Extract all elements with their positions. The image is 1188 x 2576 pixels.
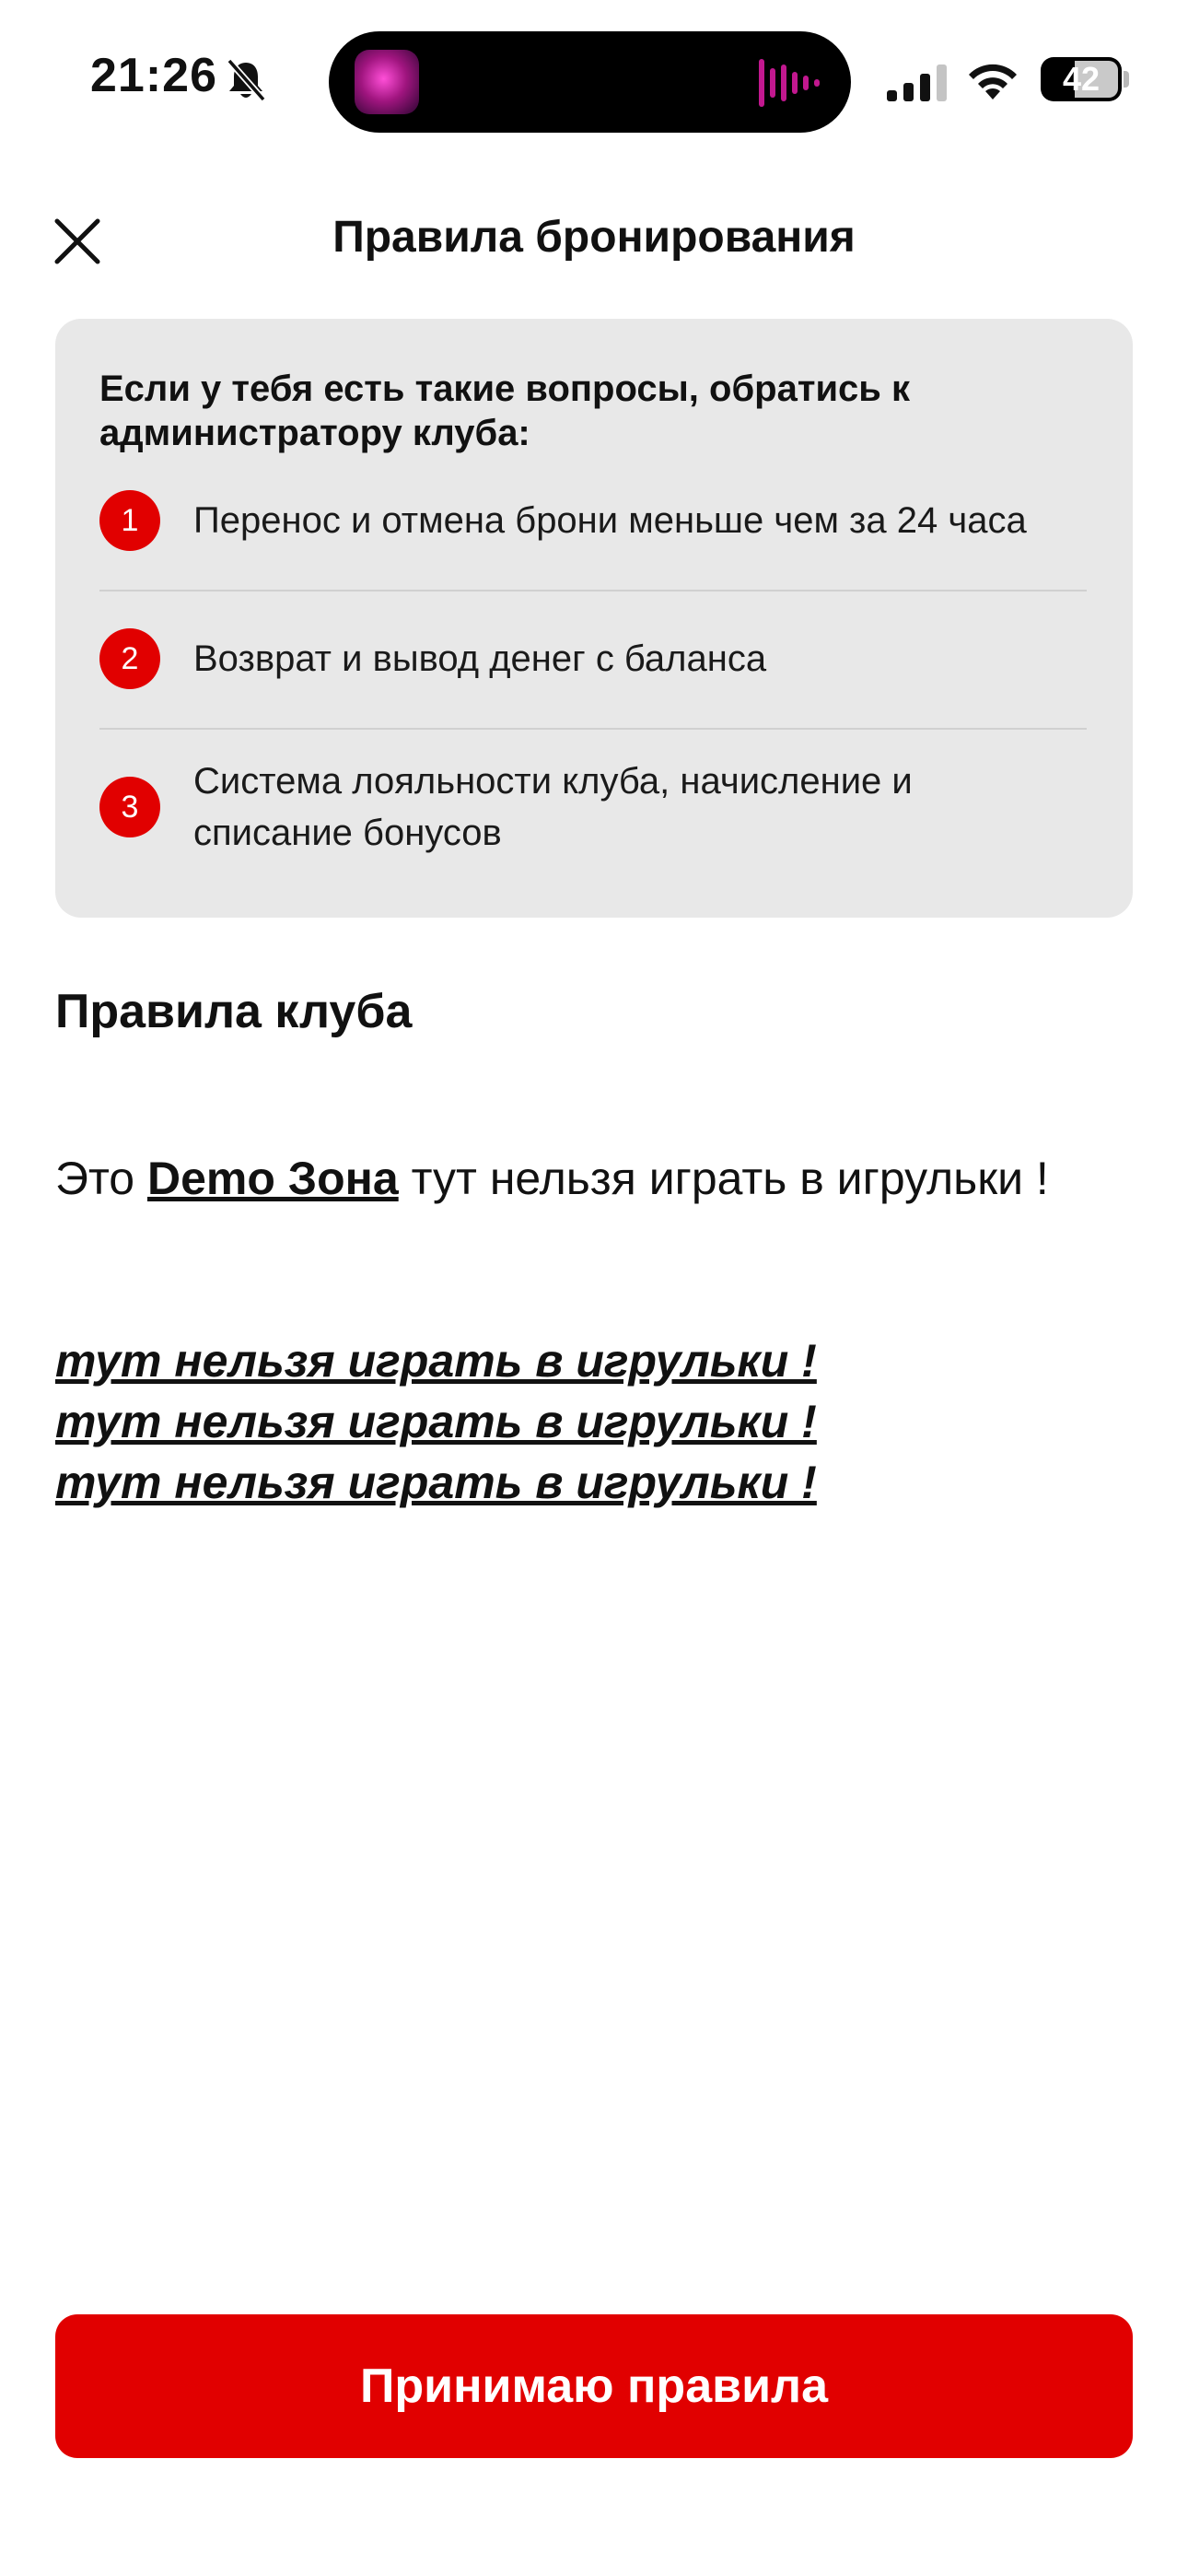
- club-rules-text: Это Demo Зона тут нельзя играть в игруль…: [55, 1152, 1049, 1205]
- club-name-link[interactable]: Demo Зона: [147, 1153, 399, 1204]
- list-item: 3 Система лояльности клуба, начисление и…: [99, 755, 1087, 859]
- number-badge: 2: [99, 628, 160, 689]
- now-playing-artwork: [355, 50, 419, 114]
- list-item-text: Возврат и вывод денег с баланса: [193, 638, 767, 679]
- battery-tip: [1124, 71, 1129, 88]
- page-title: Правила бронирования: [332, 213, 856, 262]
- rule-italic-line: тут нельзя играть в игрульки !: [55, 1335, 817, 1387]
- divider: [99, 728, 1087, 730]
- status-bar: 21:26 42: [0, 0, 1188, 157]
- number-badge: 1: [99, 490, 160, 551]
- bell-slash-icon: [227, 58, 266, 102]
- wifi-icon: [969, 64, 1017, 100]
- header: Правила бронирования: [0, 193, 1188, 286]
- number-badge: 3: [99, 777, 160, 837]
- club-rules-title: Правила клуба: [55, 985, 413, 1038]
- admin-questions-card: Если у тебя есть такие вопросы, обратись…: [55, 319, 1133, 918]
- list-item-text: Перенос и отмена брони меньше чем за 24 …: [193, 500, 1027, 541]
- battery-percent: 42: [1062, 60, 1101, 98]
- audio-waveform-icon: [759, 59, 820, 107]
- list-item-text-line2: списание бонусов: [193, 813, 502, 853]
- battery-icon: 42: [1041, 57, 1122, 101]
- rule-italic-line: тут нельзя играть в игрульки !: [55, 1396, 817, 1447]
- list-item: 1 Перенос и отмена брони меньше чем за 2…: [99, 490, 1087, 551]
- card-intro: Если у тебя есть такие вопросы, обратись…: [99, 369, 910, 453]
- rule-prefix: Это: [55, 1153, 147, 1204]
- signal-icon: [887, 64, 947, 101]
- dynamic-island[interactable]: [329, 31, 851, 133]
- list-item: 2 Возврат и вывод денег с баланса: [99, 628, 1087, 689]
- rule-suffix: тут нельзя играть в игрульки !: [398, 1153, 1049, 1204]
- rule-italic-line: тут нельзя играть в игрульки !: [55, 1457, 817, 1508]
- status-time: 21:26: [90, 49, 217, 102]
- divider: [99, 590, 1087, 591]
- accept-rules-button[interactable]: Принимаю правила: [55, 2314, 1133, 2458]
- list-item-text-line1: Система лояльности клуба, начисление и: [193, 761, 913, 802]
